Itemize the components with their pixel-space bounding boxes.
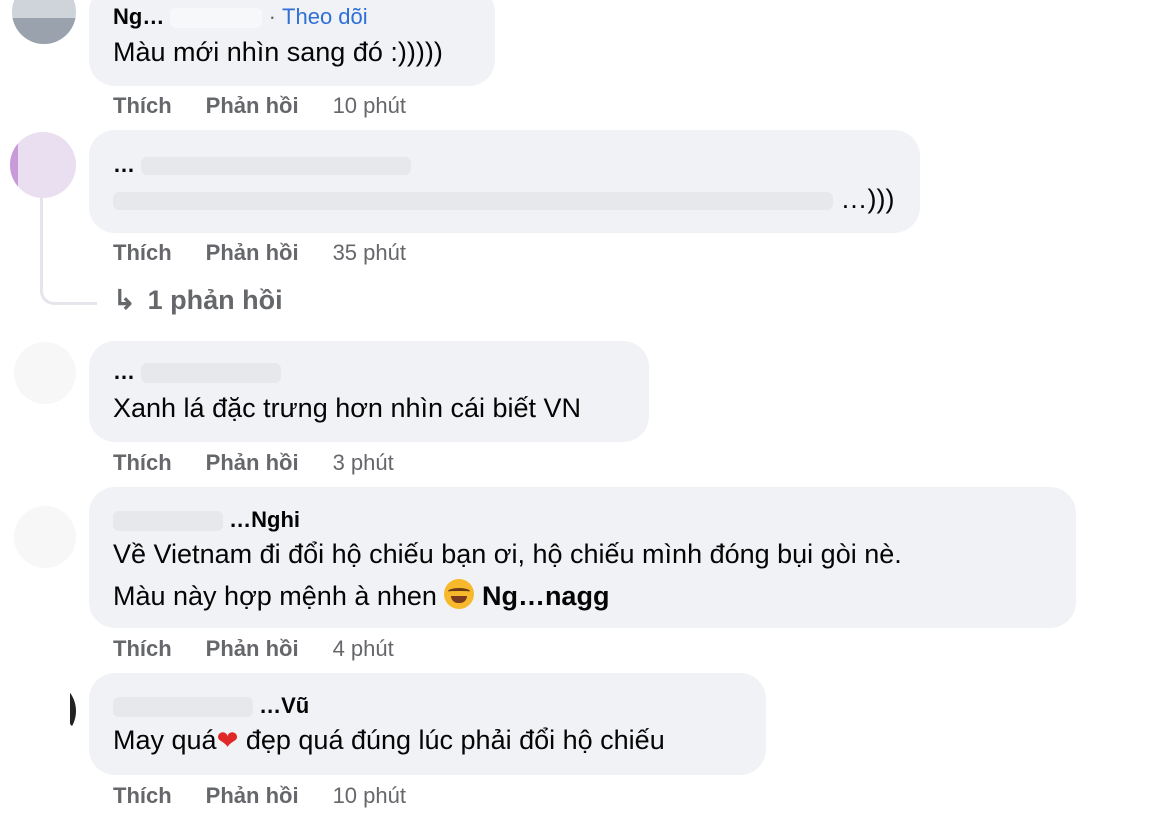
view-replies-button[interactable]: ↳ 1 phản hồi (113, 285, 283, 316)
mention-link[interactable]: Ng…nagg (482, 581, 610, 611)
like-button[interactable]: Thích (113, 636, 172, 662)
comment-actions: Thích Phản hồi 10 phút (113, 783, 406, 809)
avatar[interactable] (12, 0, 76, 44)
redacted-name (141, 363, 282, 384)
reply-button[interactable]: Phản hồi (206, 783, 299, 809)
comment-text: Màu mới nhìn sang đó :))))) (113, 37, 443, 67)
redacted-name (113, 697, 253, 718)
timestamp[interactable]: 10 phút (333, 783, 406, 809)
reply-button[interactable]: Phản hồi (206, 240, 299, 266)
comment-text-line1: Về Vietnam đi đổi hộ chiếu bạn ơi, hộ ch… (113, 539, 902, 569)
replies-count: 1 phản hồi (147, 285, 283, 315)
comment-actions: Thích Phản hồi 3 phút (113, 450, 394, 476)
comment-text: …))) (840, 184, 895, 214)
timestamp[interactable]: 4 phút (333, 636, 394, 662)
like-button[interactable]: Thích (113, 450, 172, 476)
like-button[interactable]: Thích (113, 240, 172, 266)
redacted-name (170, 8, 263, 29)
reply-arrow-icon: ↳ (113, 285, 136, 315)
avatar[interactable] (14, 680, 76, 742)
like-button[interactable]: Thích (113, 93, 172, 119)
comment-actions: Thích Phản hồi 10 phút (113, 93, 406, 119)
redacted-name (113, 511, 223, 532)
comment-actions: Thích Phản hồi 4 phút (113, 636, 394, 662)
separator-dot: · (268, 4, 276, 29)
comment-author[interactable]: … (113, 152, 135, 177)
reply-button[interactable]: Phản hồi (206, 93, 299, 119)
comment-bubble: …Nghi Về Vietnam đi đổi hộ chiếu bạn ơi,… (89, 487, 1076, 628)
timestamp[interactable]: 10 phút (333, 93, 406, 119)
timestamp[interactable]: 3 phút (333, 450, 394, 476)
comment-text-line2: Màu này hợp mệnh à nhen (113, 581, 437, 611)
comment-text-part2: đẹp quá đúng lúc phải đổi hộ chiếu (238, 725, 665, 755)
avatar[interactable] (14, 342, 76, 404)
redacted-name (141, 157, 412, 176)
comment-author[interactable]: … (113, 359, 135, 384)
follow-link[interactable]: Theo dõi (282, 4, 368, 29)
heart-icon: ❤ (216, 725, 239, 755)
redacted-text (113, 191, 833, 210)
avatar[interactable] (14, 506, 76, 568)
comment-author[interactable]: …Vũ (259, 693, 309, 718)
reply-button[interactable]: Phản hồi (206, 636, 299, 662)
comment-author[interactable]: Ng… (113, 4, 164, 29)
rolling-laughing-emoji-icon (444, 579, 475, 609)
timestamp[interactable]: 35 phút (333, 240, 406, 266)
comment-text-part1: May quá (113, 725, 217, 755)
comment-text: Xanh lá đặc trưng hơn nhìn cái biết VN (113, 393, 582, 423)
comment-author[interactable]: …Nghi (229, 507, 300, 532)
comment-bubble: …Vũ May quá❤ đẹp quá đúng lúc phải đổi h… (89, 673, 766, 775)
comment-bubble: … Xanh lá đặc trưng hơn nhìn cái biết VN (89, 341, 649, 442)
thread-connector (40, 198, 97, 305)
comment-bubble: Ng… · Theo dõi Màu mới nhìn sang đó :)))… (89, 0, 495, 86)
comment-bubble: … …))) (89, 130, 920, 233)
reply-button[interactable]: Phản hồi (206, 450, 299, 476)
avatar[interactable] (10, 132, 76, 198)
like-button[interactable]: Thích (113, 783, 172, 809)
comment-actions: Thích Phản hồi 35 phút (113, 240, 406, 266)
